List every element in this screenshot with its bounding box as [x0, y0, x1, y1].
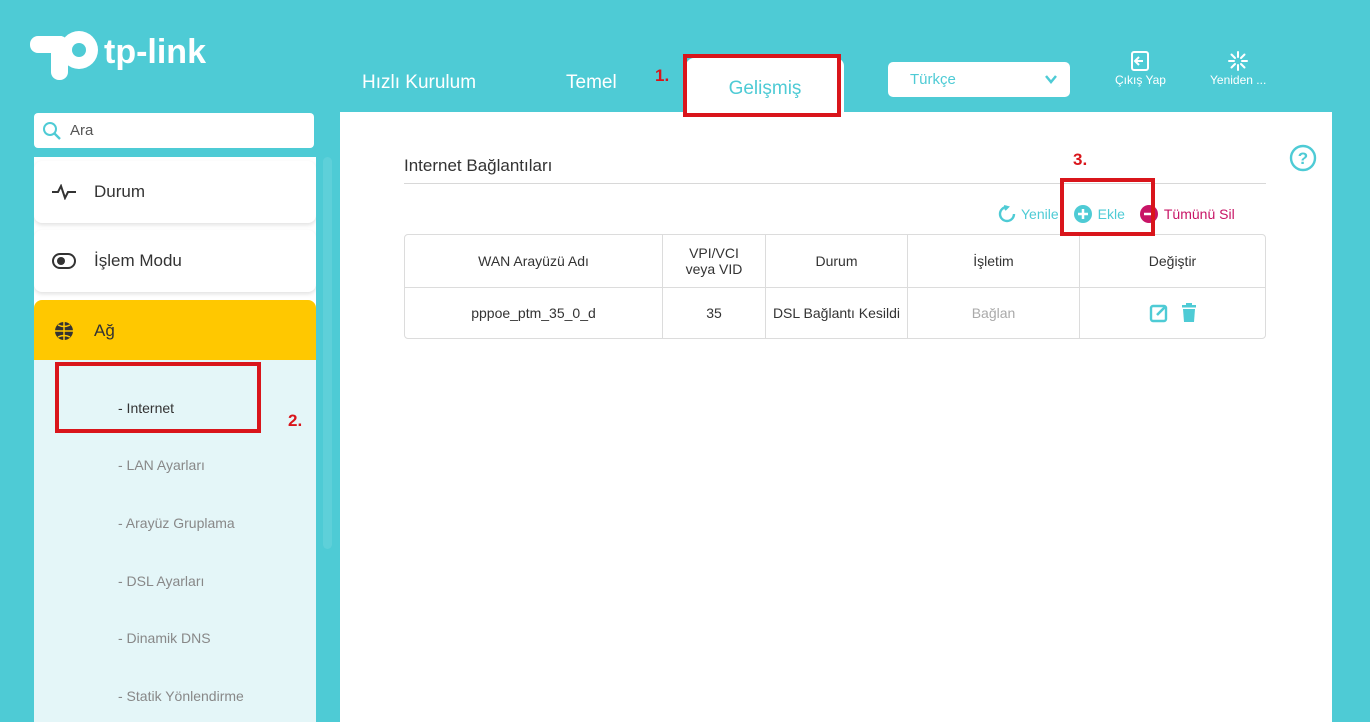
svg-text:?: ? — [1298, 149, 1308, 168]
annotation-step2: 2. — [288, 411, 303, 430]
pulse-icon — [34, 184, 94, 200]
search-input[interactable]: Ara — [34, 113, 314, 148]
logout-icon — [1131, 51, 1150, 71]
annotation-step1: 1. — [655, 66, 670, 85]
sidebar-item-network[interactable]: Ağ — [34, 300, 316, 362]
refresh-icon — [998, 205, 1016, 223]
logout-button[interactable]: Çıkış Yap — [1115, 50, 1166, 87]
sidebar-scrollbar[interactable] — [323, 157, 332, 549]
sidebar-subitem-lan[interactable]: - LAN Ayarları — [118, 457, 205, 473]
toggle-icon — [34, 253, 94, 269]
column-header: Durum — [766, 235, 908, 288]
status-cell: DSL Bağlantı Kesildi — [766, 288, 908, 338]
annotation-box-step1 — [683, 54, 841, 117]
annotation-box-step2 — [55, 362, 261, 433]
annotation-step3: 3. — [1073, 150, 1088, 169]
tab-quick-setup[interactable]: Hızlı Kurulum — [362, 72, 476, 94]
reboot-button[interactable]: Yeniden ... — [1210, 50, 1266, 87]
main-panel: Internet Bağlantıları ? Yenile Ekle Tümü… — [340, 112, 1332, 722]
modify-cell — [1080, 288, 1265, 338]
sidebar-subitem-interface-grouping[interactable]: - Arayüz Gruplama — [118, 515, 235, 531]
logo-text: tp-link — [104, 32, 206, 71]
connect-button[interactable]: Bağlan — [908, 288, 1080, 338]
sidebar-item-operation-mode[interactable]: İşlem Modu — [34, 230, 316, 292]
sidebar-item-label: İşlem Modu — [94, 251, 182, 270]
tp-link-logo: tp-link — [30, 26, 206, 82]
wan-name-cell: pppoe_ptm_35_0_d — [405, 288, 663, 338]
logout-label: Çıkış Yap — [1115, 73, 1166, 87]
globe-icon — [34, 320, 94, 342]
refresh-label: Yenile — [1021, 206, 1059, 222]
sidebar: Durum İşlem Modu Ağ - Internet - LAN Aya… — [34, 157, 316, 722]
sidebar-item-status[interactable]: Durum — [34, 161, 316, 223]
page-title: Internet Bağlantıları — [404, 156, 553, 175]
sidebar-subitem-static-routing[interactable]: - Statik Yönlendirme — [118, 688, 244, 704]
column-header: Değiştir — [1080, 235, 1265, 288]
edit-icon[interactable] — [1149, 303, 1169, 323]
sidebar-subitem-dsl[interactable]: - DSL Ayarları — [118, 573, 204, 589]
connections-table: WAN Arayüzü Adı VPI/VCI veya VID Durum İ… — [404, 234, 1266, 339]
sidebar-item-label: Ağ — [94, 321, 115, 340]
tp-link-logo-icon — [30, 26, 100, 82]
search-placeholder: Ara — [70, 122, 94, 139]
reboot-label: Yeniden ... — [1210, 73, 1267, 87]
delete-all-label: Tümünü Sil — [1163, 206, 1235, 222]
sidebar-item-label: Durum — [94, 182, 146, 201]
column-header: VPI/VCI veya VID — [663, 235, 766, 288]
tab-basic[interactable]: Temel — [566, 72, 617, 94]
search-icon — [43, 121, 61, 140]
chevron-down-icon — [1045, 75, 1057, 84]
refresh-button[interactable]: Yenile — [998, 205, 1059, 223]
table-header-row: WAN Arayüzü Adı VPI/VCI veya VID Durum İ… — [405, 235, 1265, 288]
language-selected: Türkçe — [910, 71, 956, 88]
annotation-box-step3 — [1060, 178, 1155, 236]
sidebar-subitem-ddns[interactable]: - Dinamik DNS — [118, 630, 211, 646]
column-header: İşletim — [908, 235, 1080, 288]
table-row: pppoe_ptm_35_0_d 35 DSL Bağlantı Kesildi… — [405, 288, 1265, 338]
language-select[interactable]: Türkçe — [888, 62, 1070, 97]
reboot-icon — [1228, 51, 1249, 71]
column-header: WAN Arayüzü Adı — [405, 235, 663, 288]
vpi-cell: 35 — [663, 288, 766, 338]
trash-icon[interactable] — [1181, 303, 1197, 323]
help-icon[interactable]: ? — [1289, 144, 1317, 172]
